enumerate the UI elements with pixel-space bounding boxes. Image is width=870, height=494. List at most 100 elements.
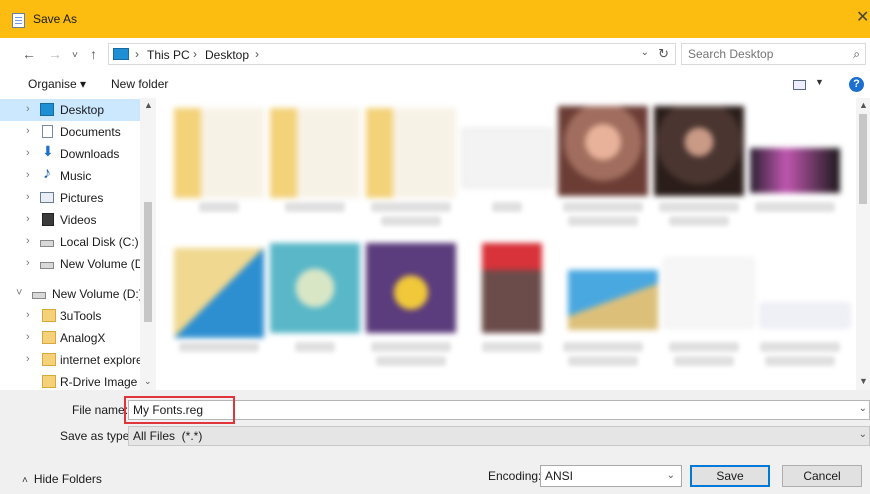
breadcrumb-this-pc[interactable]: This PC xyxy=(147,48,190,62)
image-thumbnail[interactable] xyxy=(568,270,658,330)
scroll-up-icon[interactable]: ▲ xyxy=(144,100,153,110)
sidebar-item-internet-explorer[interactable]: › internet explorer xyxy=(0,349,147,371)
new-folder-button[interactable]: New folder xyxy=(111,77,168,91)
command-bar: Organise ▾ New folder ▼ ? xyxy=(0,70,870,98)
sidebar-item-label: Desktop xyxy=(60,103,105,117)
file-name-dropdown-icon[interactable]: ⌄ xyxy=(859,403,867,414)
breadcrumb-desktop[interactable]: Desktop xyxy=(205,48,249,62)
search-box[interactable]: ⌕ xyxy=(681,43,866,65)
sidebar-item-downloads[interactable]: › Downloads xyxy=(0,143,140,165)
sidebar-item-new-volume-d[interactable]: › New Volume (D: xyxy=(0,253,147,275)
collapse-chevron-icon[interactable]: ˅ xyxy=(16,287,22,299)
window-title: Save As xyxy=(33,12,78,26)
close-icon[interactable]: ✕ xyxy=(856,9,870,27)
file-name-combobox[interactable]: ⌄ xyxy=(128,400,870,420)
file-thumbnail[interactable] xyxy=(760,303,850,328)
forward-arrow-icon[interactable]: → xyxy=(48,46,62,62)
expand-chevron-icon[interactable]: › xyxy=(26,213,30,225)
file-name-blurred xyxy=(765,356,835,366)
encoding-select[interactable]: ANSI ⌄ xyxy=(540,465,682,487)
back-arrow-icon[interactable]: ← xyxy=(22,46,36,62)
file-name-blurred xyxy=(295,342,335,352)
image-thumbnail[interactable] xyxy=(750,148,840,193)
folder-icon xyxy=(42,331,56,344)
sidebar-item-pictures[interactable]: › Pictures xyxy=(0,187,140,209)
image-thumbnail[interactable] xyxy=(482,243,542,333)
save-button[interactable]: Save xyxy=(690,465,770,487)
scrollbar-thumb[interactable] xyxy=(144,202,152,322)
sidebar-item-local-disk-c[interactable]: › Local Disk (C:) xyxy=(0,231,140,253)
up-arrow-icon[interactable]: ↑ xyxy=(90,46,97,62)
organise-menu[interactable]: Organise ▾ xyxy=(28,77,86,91)
scrollbar-thumb[interactable] xyxy=(859,114,867,204)
file-name-input[interactable] xyxy=(133,403,833,417)
encoding-dropdown-icon[interactable]: ⌄ xyxy=(667,470,675,481)
image-thumbnail[interactable] xyxy=(366,243,456,333)
image-thumbnail[interactable] xyxy=(270,243,360,333)
save-form: File name: ⌄ Save as type: All Files (*.… xyxy=(0,390,870,494)
file-name-blurred xyxy=(659,202,739,212)
sidebar-item-label: New Volume (D: xyxy=(60,257,147,271)
file-thumbnail[interactable] xyxy=(366,108,456,198)
scroll-down-icon[interactable]: ⌄ xyxy=(144,376,152,387)
file-thumbnail[interactable] xyxy=(174,108,264,198)
expand-chevron-icon[interactable]: › xyxy=(26,191,30,203)
save-as-type-dropdown-icon[interactable]: ⌄ xyxy=(859,429,867,440)
sidebar-scrollbar[interactable]: ▲ ⌄ xyxy=(140,98,156,390)
address-bar[interactable]: › This PC › Desktop › ⌄ ↻ xyxy=(108,43,676,65)
videos-icon xyxy=(42,213,54,226)
sidebar-item-label: Documents xyxy=(60,125,121,139)
file-thumbnail[interactable] xyxy=(270,108,360,198)
sidebar-item-3utools[interactable]: › 3uTools xyxy=(0,305,140,327)
scroll-up-icon[interactable]: ▲ xyxy=(859,100,868,110)
sidebar-item-analogx[interactable]: › AnalogX xyxy=(0,327,140,349)
expand-chevron-icon[interactable]: › xyxy=(26,235,30,247)
breadcrumb-separator-icon: › xyxy=(135,47,139,61)
file-name-blurred xyxy=(563,202,643,212)
search-icon[interactable]: ⌕ xyxy=(853,47,860,62)
recent-locations-icon[interactable]: ˅ xyxy=(72,48,78,64)
image-thumbnail[interactable] xyxy=(654,106,744,196)
file-thumbnail[interactable] xyxy=(462,128,552,188)
file-name-blurred xyxy=(755,202,835,212)
navigation-pane: › Desktop › Documents › Downloads › Musi… xyxy=(0,98,156,390)
cancel-button[interactable]: Cancel xyxy=(782,465,862,487)
expand-chevron-icon[interactable]: › xyxy=(26,257,30,269)
documents-icon xyxy=(42,125,53,138)
file-list-scrollbar[interactable]: ▲ ▼ xyxy=(856,98,870,390)
encoding-value: ANSI xyxy=(545,469,574,483)
notepad-icon xyxy=(12,13,25,28)
expand-chevron-icon[interactable]: › xyxy=(26,103,30,115)
sidebar-item-music[interactable]: › Music xyxy=(0,165,140,187)
view-options-icon[interactable] xyxy=(793,80,806,90)
file-thumbnail[interactable] xyxy=(664,258,754,328)
view-dropdown-icon[interactable]: ▼ xyxy=(815,77,824,87)
annotation-highlight-box xyxy=(124,396,235,424)
save-as-type-select[interactable]: All Files (*.*) ⌄ xyxy=(128,426,870,446)
sidebar-item-new-volume-d-expanded[interactable]: ˅ New Volume (D:) xyxy=(0,283,143,305)
search-input[interactable] xyxy=(688,47,838,61)
image-thumbnail[interactable] xyxy=(174,248,264,338)
expand-chevron-icon[interactable]: › xyxy=(26,147,30,159)
image-thumbnail[interactable] xyxy=(558,106,648,196)
expand-chevron-icon[interactable]: › xyxy=(26,309,30,321)
sidebar-item-r-drive-image[interactable]: R-Drive Image xyxy=(0,371,140,390)
expand-chevron-icon[interactable]: › xyxy=(26,125,30,137)
help-icon[interactable]: ? xyxy=(849,77,864,92)
sidebar-item-documents[interactable]: › Documents xyxy=(0,121,140,143)
expand-chevron-icon[interactable]: › xyxy=(26,353,30,365)
hide-folders-label: Hide Folders xyxy=(33,472,102,486)
sidebar-item-videos[interactable]: › Videos xyxy=(0,209,140,231)
scroll-down-icon[interactable]: ▼ xyxy=(859,376,868,386)
sidebar-item-desktop[interactable]: › Desktop xyxy=(0,99,140,121)
file-name-blurred xyxy=(674,356,734,366)
hide-folders-button[interactable]: ˄ Hide Folders xyxy=(22,472,102,486)
folder-icon xyxy=(42,375,56,388)
file-name-blurred xyxy=(669,216,729,226)
expand-chevron-icon[interactable]: › xyxy=(26,331,30,343)
expand-chevron-icon[interactable]: › xyxy=(26,169,30,181)
refresh-icon[interactable]: ↻ xyxy=(658,46,669,62)
file-name-blurred xyxy=(199,202,239,212)
address-dropdown-icon[interactable]: ⌄ xyxy=(641,47,649,58)
chevron-up-icon: ˄ xyxy=(22,475,28,486)
